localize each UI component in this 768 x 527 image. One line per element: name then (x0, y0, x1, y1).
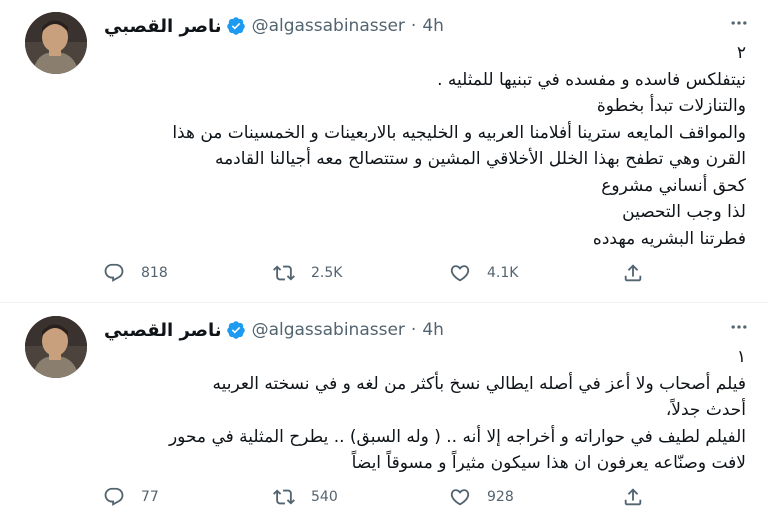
share-button[interactable] (622, 258, 644, 288)
separator-dot: · (410, 16, 417, 36)
like-button[interactable]: 928 (449, 482, 514, 512)
verified-badge-icon (226, 320, 246, 340)
tweet-actions: 818 2.5K 4.1K (103, 258, 663, 288)
author-handle[interactable]: @algassabinasser (252, 16, 405, 36)
like-count: 4.1K (487, 265, 519, 281)
verified-badge-icon (226, 16, 246, 36)
retweet-count: 2.5K (311, 265, 343, 281)
tweet-line: كحق أنساني مشروع (601, 175, 746, 196)
share-icon (624, 264, 642, 282)
reply-icon (104, 263, 124, 282)
timestamp[interactable]: 4h (422, 16, 444, 36)
author-handle[interactable]: @algassabinasser (252, 320, 405, 340)
tweet-line: القرن وهي تطفح بهذا الخلل الأخلاقي المشي… (214, 149, 746, 169)
like-count: 928 (487, 489, 514, 505)
like-icon (450, 489, 470, 506)
share-icon (624, 488, 642, 506)
tweet-text: ٢ نيتفلكس فاسده و مفسده في تبنيها للمثلي… (104, 40, 746, 252)
separator-dot: · (410, 320, 417, 340)
tweet-line: نيتفلكس فاسده و مفسده في تبنيها للمثليه … (437, 69, 746, 90)
reply-icon (104, 487, 124, 506)
tweet-line: لافت وصنّاعه يعرفون ان هذا سيكون مثيراً … (351, 453, 746, 473)
like-icon (450, 265, 470, 282)
tweet-text: ١ فيلم أصحاب ولا أعز في أصله ايطالي نسخ … (104, 344, 746, 477)
tweet-line: لذا وجب التحصين (622, 202, 746, 222)
tweet-line: ١ (736, 347, 746, 367)
more-icon[interactable] (726, 10, 752, 36)
more-icon[interactable] (726, 314, 752, 340)
tweet-line: والتنازلات تبدأ بخطوة (596, 96, 746, 116)
avatar[interactable] (25, 316, 87, 378)
tweet-line: أحدث جدلاً، (665, 400, 746, 420)
reply-count: 77 (141, 489, 159, 505)
author-name[interactable]: ناصر القصبي (104, 320, 222, 341)
tweet-1[interactable]: ناصر القصبي @algassabinasser · 4h ٢ نيتف… (0, 0, 768, 303)
reply-button[interactable]: 818 (103, 258, 168, 288)
retweet-icon (273, 489, 295, 505)
tweet-line: الفيلم لطيف في حواراته و أخراجه إلا أنه … (168, 426, 746, 447)
tweet-divider (0, 302, 768, 303)
tweet-line: والمواقف المايعه سترينا أفلامنا العربيه … (172, 122, 746, 143)
tweet-2[interactable]: ناصر القصبي @algassabinasser · 4h ١ فيلم… (0, 304, 768, 527)
tweet-actions: 77 540 928 (103, 482, 663, 512)
reply-button[interactable]: 77 (103, 482, 159, 512)
tweet-header: ناصر القصبي @algassabinasser · 4h (104, 14, 444, 38)
share-button[interactable] (622, 482, 644, 512)
avatar[interactable] (25, 12, 87, 74)
retweet-button[interactable]: 2.5K (273, 258, 342, 288)
retweet-icon (273, 265, 295, 281)
tweet-header: ناصر القصبي @algassabinasser · 4h (104, 318, 444, 342)
retweet-count: 540 (311, 489, 338, 505)
tweet-line: ٢ (736, 43, 746, 63)
retweet-button[interactable]: 540 (273, 482, 338, 512)
tweet-line: فطرتنا البشريه مهدده (592, 228, 746, 249)
reply-count: 818 (141, 265, 168, 281)
author-name[interactable]: ناصر القصبي (104, 16, 222, 37)
tweet-line: فيلم أصحاب ولا أعز في أصله ايطالي نسخ بأ… (212, 373, 746, 394)
timestamp[interactable]: 4h (422, 320, 444, 340)
like-button[interactable]: 4.1K (449, 258, 518, 288)
